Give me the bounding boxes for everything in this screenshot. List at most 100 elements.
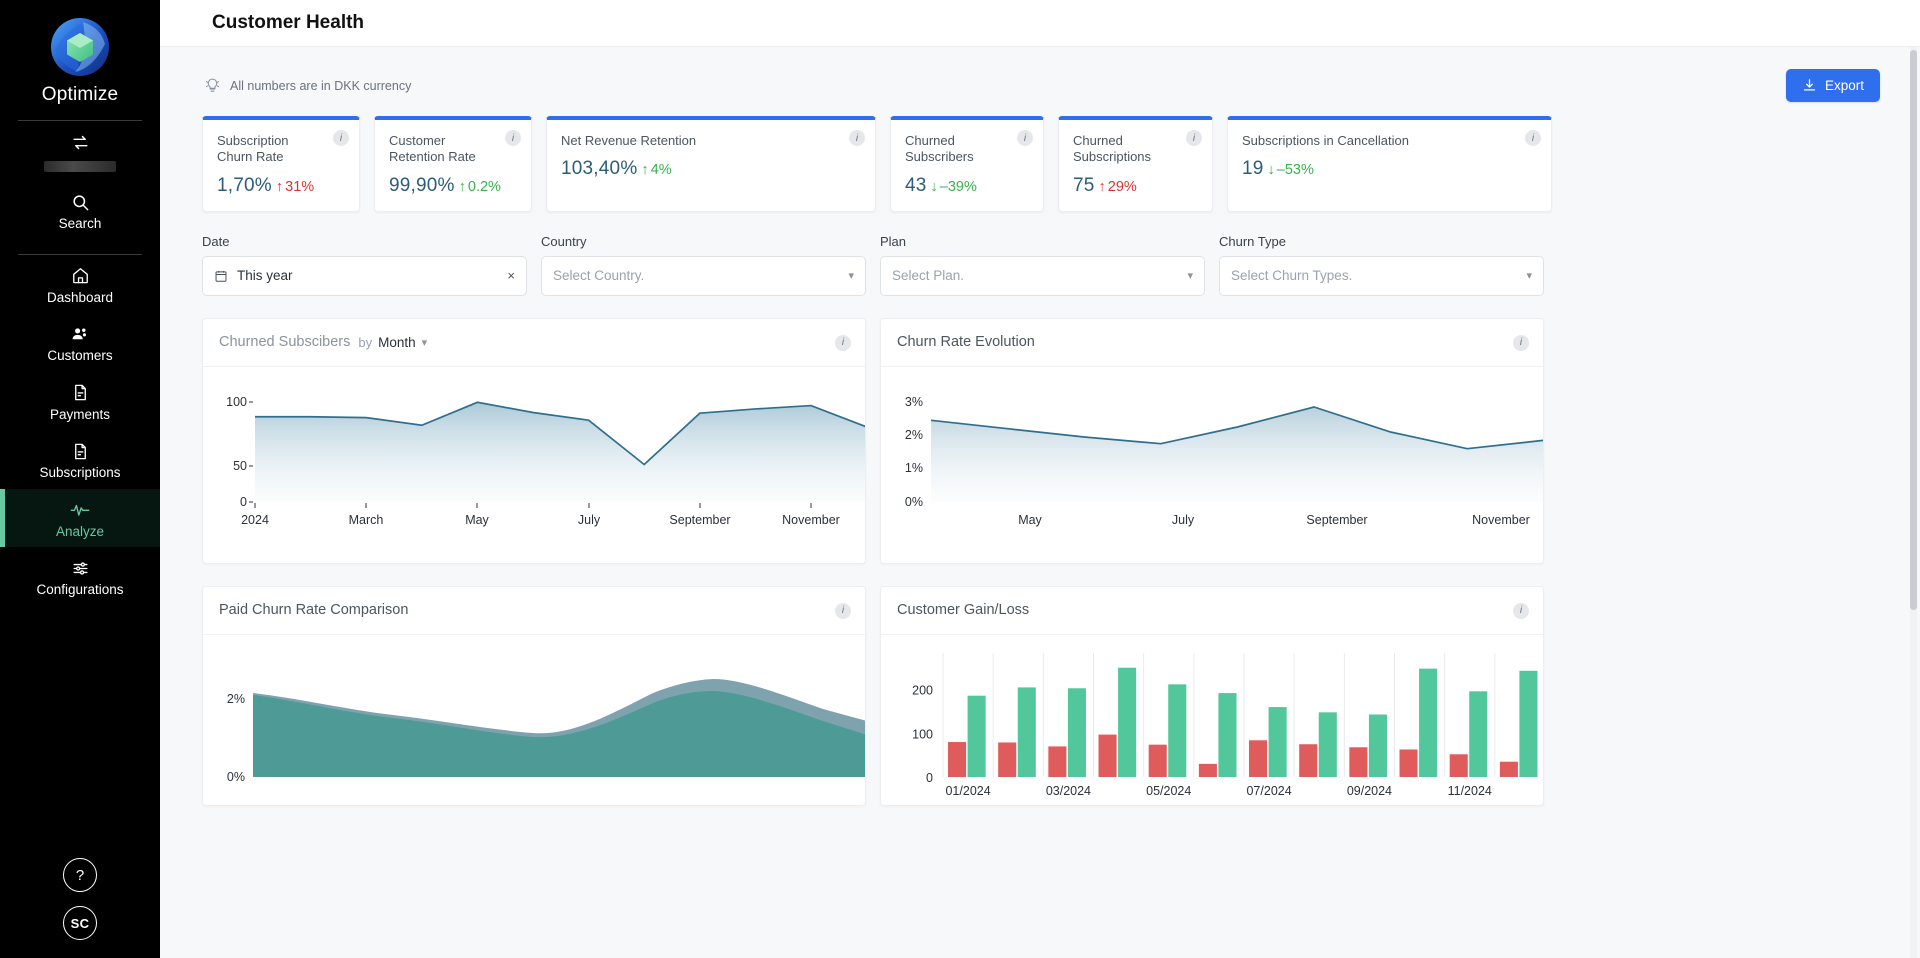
date-filter-value: This year (237, 268, 293, 283)
info-icon[interactable]: i (505, 130, 521, 146)
svg-text:100: 100 (912, 727, 933, 741)
sidebar-item-dashboard[interactable]: Dashboard (0, 255, 160, 314)
kpi-card-customer-retention-rate[interactable]: i Customer Retention Rate 99,90% ↑ 0.2% (374, 116, 532, 212)
info-icon[interactable]: i (1186, 130, 1202, 146)
filter-country: Country Select Country. ▾ (541, 234, 866, 296)
svg-text:March: March (349, 513, 384, 527)
bar[interactable] (1449, 753, 1468, 777)
kpi-card-subscriptions-in-cancellation[interactable]: i Subscriptions in Cancellation 19 ↓ –53% (1227, 116, 1552, 212)
info-icon[interactable]: i (1017, 130, 1033, 146)
org-switcher[interactable] (0, 121, 160, 181)
info-icon[interactable]: i (849, 130, 865, 146)
svg-text:03/2024: 03/2024 (1046, 784, 1091, 798)
svg-text:09/2024: 09/2024 (1347, 784, 1392, 798)
kpi-card-subscription-churn-rate[interactable]: i Subscription Churn Rate 1,70% ↑ 31% (202, 116, 360, 212)
churn-type-select[interactable]: Select Churn Types. ▾ (1219, 255, 1544, 296)
kpi-title: Churned Subscribers (905, 133, 974, 165)
bar[interactable] (1198, 763, 1217, 777)
sidebar-item-customers[interactable]: Customers (0, 313, 160, 372)
by-word: by (358, 334, 373, 350)
kpi-delta: ↑ 31% (276, 179, 314, 195)
kpi-value-row: 103,40% ↑ 4% (561, 158, 861, 180)
bar[interactable] (967, 695, 986, 777)
sidebar-item-label: Analyze (55, 523, 105, 539)
bar[interactable] (1299, 743, 1318, 777)
avatar[interactable]: SC (63, 906, 97, 940)
svg-text:September: September (1306, 513, 1367, 527)
kpi-card-churned-subscribers[interactable]: i Churned Subscribers 43 ↓ –39% (890, 116, 1044, 212)
filter-label: Date (202, 233, 230, 249)
card-customer-gain-loss: Customer Gain/Loss i 0 100 200 01/2024 03/20… (880, 585, 1544, 806)
info-icon[interactable]: i (333, 130, 349, 146)
bar[interactable] (1168, 683, 1187, 777)
clear-date-icon[interactable]: × (507, 268, 515, 283)
bar[interactable] (1148, 744, 1167, 777)
svg-text:0%: 0% (227, 770, 245, 784)
sidebar-item-payments[interactable]: Payments (0, 372, 160, 431)
info-icon[interactable]: i (1525, 130, 1541, 146)
sidebar-item-label: Subscriptions (39, 465, 121, 480)
info-icon[interactable]: i (1513, 334, 1529, 351)
plan-select[interactable]: Select Plan. ▾ (880, 255, 1205, 296)
kpi-card-row: i Subscription Churn Rate 1,70% ↑ 31% i C… (202, 116, 1880, 212)
kpi-card-churned-subscriptions[interactable]: i Churned Subscriptions 75 ↑ 29% (1058, 116, 1213, 212)
bar[interactable] (1469, 690, 1488, 777)
kpi-value: 43 (905, 174, 927, 196)
bar[interactable] (1318, 711, 1337, 777)
calendar-icon (214, 269, 228, 283)
bar[interactable] (1399, 748, 1418, 777)
brand-name: Optimize (41, 84, 119, 105)
sidebar-item-label: Dashboard (46, 289, 114, 305)
info-icon[interactable]: i (1513, 602, 1529, 619)
info-icon[interactable]: i (835, 334, 851, 351)
filter-row: Date This year × Country Select Country.… (202, 234, 1880, 296)
help-button[interactable]: ? (63, 858, 97, 892)
svg-text:07/2024: 07/2024 (1246, 784, 1291, 798)
bar[interactable] (1419, 668, 1438, 777)
sliders-icon (71, 558, 90, 578)
kpi-card-net-revenue-retention[interactable]: i Net Revenue Retention 103,40% ↑ 4% (546, 116, 876, 212)
scrollbar-thumb[interactable] (1910, 50, 1917, 610)
bar[interactable] (1249, 739, 1268, 777)
kpi-title: Net Revenue Retention (561, 133, 697, 148)
bar[interactable] (1268, 706, 1287, 777)
chart-churn-rate-evolution: 3% 2% 1% 0% May July September November (881, 367, 1543, 563)
country-select[interactable]: Select Country. ▾ (541, 255, 866, 296)
bar[interactable] (948, 741, 967, 777)
brand: Optimize (42, 0, 119, 106)
bar[interactable] (1519, 670, 1538, 777)
bar[interactable] (1098, 734, 1117, 777)
sidebar-item-subscriptions[interactable]: Subscriptions (0, 430, 160, 489)
bar[interactable] (998, 741, 1017, 777)
info-icon[interactable]: i (835, 602, 851, 619)
main-content: Customer Health All numbers are in DKK c… (160, 0, 1920, 958)
kpi-value-row: 75 ↑ 29% (1073, 175, 1198, 197)
group-by-dropdown[interactable]: Month ▾ (378, 335, 427, 350)
svg-text:July: July (578, 513, 601, 527)
kpi-delta-value: 0.2% (467, 178, 501, 195)
sidebar-item-analyze[interactable]: Analyze (0, 488, 160, 547)
document-icon (71, 441, 90, 461)
card-churned-subscribers: Churned Subscibers by Month ▾ i 100 50 0… (202, 317, 866, 564)
content-area: All numbers are in DKK currency Export i… (160, 47, 1920, 806)
switch-arrows-icon (71, 132, 90, 152)
search-icon (71, 192, 90, 212)
group-by-value: Month (378, 334, 416, 350)
plan-select-placeholder: Select Plan. (892, 268, 965, 283)
bar[interactable] (1368, 714, 1387, 777)
bar[interactable] (1067, 687, 1086, 777)
export-button[interactable]: Export (1785, 69, 1880, 102)
svg-text:May: May (465, 513, 489, 527)
bar[interactable] (1349, 746, 1368, 777)
page-title: Customer Health (212, 12, 365, 33)
bar[interactable] (1218, 692, 1237, 777)
bar[interactable] (1048, 745, 1067, 777)
bar[interactable] (1017, 686, 1036, 777)
card-title: Customer Gain/Loss (897, 602, 1030, 618)
bar[interactable] (1499, 761, 1518, 777)
sidebar-item-search[interactable]: Search (0, 181, 160, 240)
date-filter-input[interactable]: This year × (202, 255, 527, 296)
pulse-icon (69, 500, 91, 520)
bar[interactable] (1118, 667, 1137, 777)
sidebar-item-configurations[interactable]: Configurations (0, 547, 160, 606)
